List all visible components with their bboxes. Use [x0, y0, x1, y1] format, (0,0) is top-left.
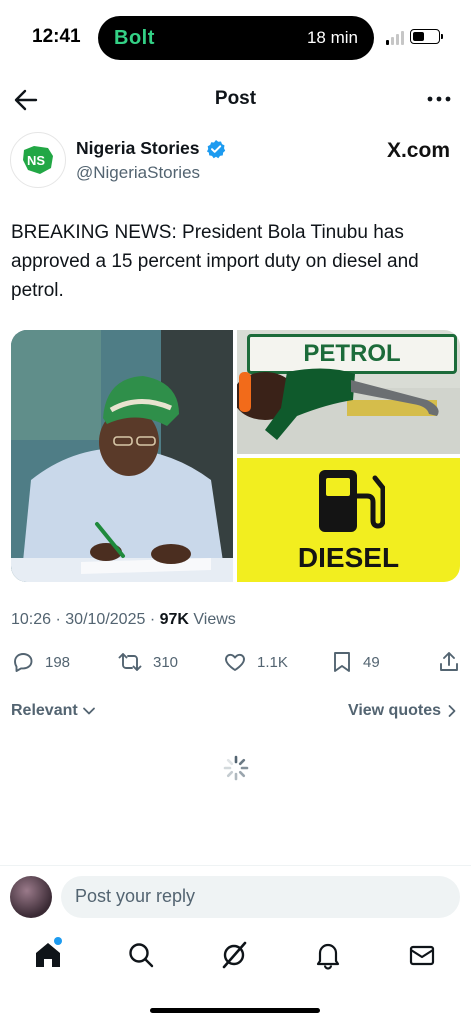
status-bar: 12:41 Bolt 18 min: [0, 0, 471, 70]
tweet-time: 10:26: [11, 611, 52, 628]
views-count: 97K: [159, 611, 189, 628]
page-title: Post: [214, 88, 257, 109]
fuel-nozzle-illustration: [237, 368, 460, 454]
reply-icon: [14, 653, 33, 672]
petrol-photo[interactable]: PETROL: [237, 330, 460, 454]
bottom-tab-bar: [0, 936, 471, 976]
bolt-logo: Bolt: [114, 26, 155, 49]
view-quotes-label: View quotes: [347, 702, 441, 719]
author-name-row[interactable]: Nigeria Stories: [76, 138, 226, 159]
sort-label: Relevant: [11, 702, 78, 719]
sort-dropdown[interactable]: Relevant: [11, 702, 96, 720]
post-header: Post: [0, 80, 471, 120]
action-bar: 198 310 1.1K 49: [0, 650, 471, 678]
chevron-right-icon: [448, 705, 456, 717]
like-button[interactable]: 1.1K: [223, 650, 288, 674]
search-icon[interactable]: [126, 940, 156, 970]
diesel-graphic[interactable]: DIESEL: [237, 458, 460, 582]
grok-icon[interactable]: [219, 940, 249, 970]
signing-photo[interactable]: [11, 330, 233, 582]
reply-input[interactable]: Post your reply: [61, 876, 460, 918]
bookmark-button[interactable]: 49: [331, 650, 380, 674]
share-button[interactable]: [437, 650, 461, 674]
author-row: NS Nigeria Stories @NigeriaStories X.com: [10, 132, 460, 188]
views-label: Views: [193, 611, 236, 628]
author-name: Nigeria Stories: [76, 138, 200, 158]
battery-icon: [410, 29, 440, 44]
reply-count: 198: [45, 653, 71, 671]
replies-filter-row: Relevant View quotes: [11, 702, 457, 724]
meta-separator: ·: [55, 611, 61, 628]
tweet-media[interactable]: PETROL DIESEL: [11, 330, 460, 582]
president-signing-illustration: [11, 330, 233, 582]
home-notification-dot: [54, 937, 62, 945]
heart-icon: [225, 653, 245, 671]
x-com-watermark: X.com: [386, 139, 450, 162]
verified-badge-icon: [206, 139, 225, 158]
fuel-pump-icon: [319, 470, 385, 532]
user-avatar[interactable]: [10, 876, 52, 918]
bookmark-count: 49: [363, 653, 380, 671]
tweet-date: 30/10/2025: [65, 611, 146, 628]
share-icon: [440, 652, 458, 671]
home-indicator[interactable]: [150, 1008, 320, 1013]
repost-icon: [118, 653, 142, 671]
bookmark-icon: [334, 652, 350, 672]
status-time: 12:41: [32, 26, 81, 47]
author-avatar[interactable]: NS: [10, 132, 66, 188]
tweet-meta: 10:26 · 30/10/2025 · 97K Views: [11, 611, 236, 629]
reply-button[interactable]: 198: [11, 650, 70, 674]
notifications-bell-icon[interactable]: [313, 940, 343, 970]
signal-icon: [386, 31, 404, 45]
view-quotes-link[interactable]: View quotes: [348, 702, 457, 720]
messages-envelope-icon[interactable]: [407, 940, 437, 970]
battery-tip: [441, 34, 443, 39]
tweet-text: BREAKING NEWS: President Bola Tinubu has…: [11, 222, 419, 301]
like-count: 1.1K: [257, 653, 288, 671]
meta-separator: ·: [149, 611, 156, 628]
repost-button[interactable]: 310: [117, 650, 178, 674]
author-handle[interactable]: @NigeriaStories: [76, 163, 200, 183]
more-options-icon[interactable]: [427, 94, 451, 104]
repost-count: 310: [153, 653, 179, 671]
dynamic-island-bolt[interactable]: Bolt 18 min: [98, 16, 374, 60]
loading-spinner-icon: [223, 755, 249, 781]
chevron-down-icon: [82, 707, 95, 715]
avatar-text: NS: [27, 153, 45, 168]
reply-bar-divider: [0, 865, 471, 866]
bolt-eta: 18 min: [306, 28, 358, 47]
nigeria-map-logo-icon: NS: [23, 146, 53, 174]
diesel-label: DIESEL: [297, 542, 400, 573]
